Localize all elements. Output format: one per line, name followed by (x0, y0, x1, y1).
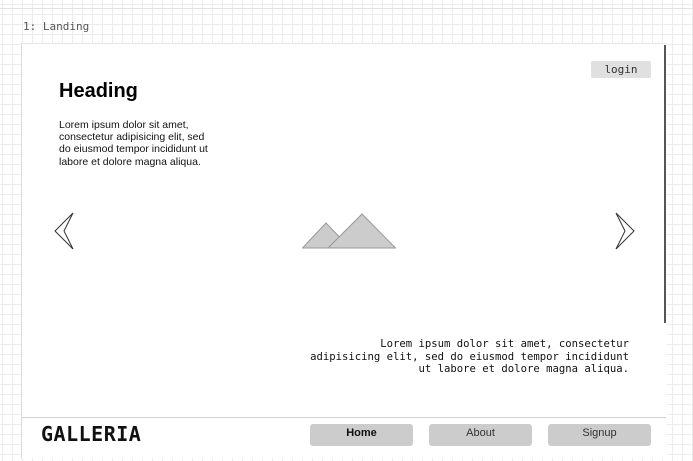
caption-paragraph: Lorem ipsum dolor sit amet, consectetur … (310, 338, 629, 376)
nav-home-button[interactable]: Home (310, 424, 413, 446)
chevron-right-icon[interactable] (615, 212, 635, 250)
image-placeholder-icon (302, 213, 396, 249)
scrollbar[interactable] (664, 45, 666, 323)
nav-about-button[interactable]: About (429, 424, 532, 446)
landing-frame (21, 43, 667, 458)
site-logo[interactable]: GALLERIA (41, 422, 141, 446)
login-button[interactable]: login (591, 61, 651, 78)
canvas-top-border (0, 8, 693, 9)
intro-paragraph: Lorem ipsum dolor sit amet, consectetur … (59, 119, 208, 168)
footer-divider (22, 417, 666, 418)
page-heading: Heading (59, 80, 138, 102)
nav-signup-button[interactable]: Signup (548, 424, 651, 446)
chevron-left-icon[interactable] (54, 212, 74, 250)
frame-label: 1: Landing (23, 20, 90, 33)
